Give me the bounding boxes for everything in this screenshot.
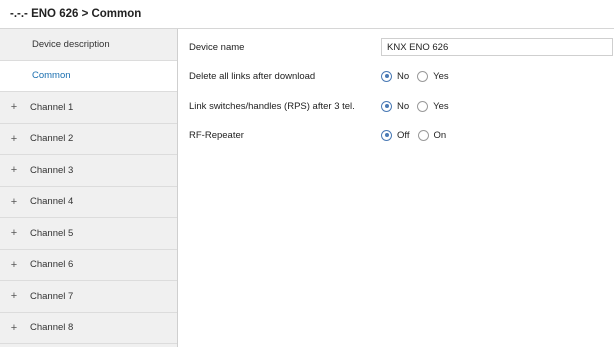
sidebar-item-label: Channel 6 [30, 259, 74, 271]
sidebar-item-label: Channel 5 [30, 227, 74, 239]
sidebar-item-label: Channel 7 [30, 290, 74, 302]
sidebar-item-label: Channel 1 [30, 101, 74, 113]
radio-circle-icon [417, 100, 429, 112]
rf-repeater-on-radio[interactable]: On [417, 129, 447, 141]
radio-label: Yes [433, 100, 449, 112]
param-value [381, 38, 613, 56]
sidebar-item-channel-7[interactable]: + Channel 7 [0, 281, 177, 313]
param-value: Off On [381, 129, 454, 141]
radio-label: Yes [433, 70, 449, 82]
expand-icon[interactable]: + [0, 196, 22, 208]
param-value: No Yes [381, 100, 457, 112]
link-switches-no-radio[interactable]: No [381, 100, 410, 112]
sidebar-item-channel-2[interactable]: + Channel 2 [0, 124, 177, 155]
sidebar-item-label: Device description [32, 38, 110, 50]
rf-repeater-off-radio[interactable]: Off [381, 129, 410, 141]
radio-circle-icon [381, 70, 392, 82]
expand-icon[interactable]: + [0, 259, 22, 271]
radio-label: On [433, 129, 447, 141]
param-row-link-switches: Link switches/handles (RPS) after 3 tel.… [178, 95, 614, 117]
radio-label: No [397, 100, 410, 112]
sidebar-item-label: Common [32, 70, 71, 82]
sidebar-item-label: Channel 2 [30, 133, 74, 145]
radio-label: Off [397, 129, 410, 141]
param-label: Delete all links after download [189, 70, 316, 82]
sidebar-item-channel-3[interactable]: + Channel 3 [0, 155, 177, 187]
breadcrumb: -.-.- ENO 626 > Common [0, 0, 614, 29]
sidebar-item-channel-4[interactable]: + Channel 4 [0, 187, 177, 218]
sidebar-item-channel-8[interactable]: + Channel 8 [0, 313, 177, 344]
expand-icon[interactable]: + [0, 164, 22, 176]
expand-icon[interactable]: + [0, 227, 22, 239]
sidebar-item-label: Channel 3 [30, 164, 74, 176]
sidebar-item-common[interactable]: Common [0, 60, 177, 92]
expand-icon[interactable]: + [0, 101, 22, 113]
sidebar-item-channel-1[interactable]: + Channel 1 [0, 92, 177, 124]
param-row-device-name: Device name [178, 36, 614, 58]
sidebar-item-label: Channel 8 [30, 322, 74, 334]
delete-links-yes-radio[interactable]: Yes [417, 70, 449, 82]
param-row-rf-repeater: RF-Repeater Off On [178, 124, 614, 146]
radio-circle-icon [417, 129, 429, 141]
radio-circle-icon [381, 129, 392, 141]
breadcrumb-text: -.-.- ENO 626 > Common [10, 8, 142, 20]
expand-icon[interactable]: + [0, 290, 22, 302]
radio-circle-icon [417, 70, 429, 82]
param-label: Device name [189, 41, 245, 53]
expand-icon[interactable]: + [0, 322, 22, 334]
sidebar-item-channel-6[interactable]: + Channel 6 [0, 250, 177, 281]
param-label: Link switches/handles (RPS) after 3 tel. [189, 100, 355, 112]
expand-icon[interactable]: + [0, 133, 22, 145]
sidebar-item-device-description[interactable]: Device description [0, 29, 177, 61]
radio-circle-icon [381, 100, 392, 112]
link-switches-yes-radio[interactable]: Yes [417, 100, 449, 112]
param-value: No Yes [381, 70, 457, 82]
sidebar-item-channel-5[interactable]: + Channel 5 [0, 218, 177, 250]
device-name-input[interactable] [381, 38, 613, 56]
param-row-delete-links: Delete all links after download No Yes [178, 65, 614, 87]
radio-label: No [397, 70, 410, 82]
delete-links-no-radio[interactable]: No [381, 70, 410, 82]
sidebar-item-label: Channel 4 [30, 196, 74, 208]
parameter-panel: Device name Delete all links after downl… [178, 29, 614, 347]
param-label: RF-Repeater [189, 129, 244, 141]
sidebar: Device description Common + Channel 1 + … [0, 29, 178, 347]
